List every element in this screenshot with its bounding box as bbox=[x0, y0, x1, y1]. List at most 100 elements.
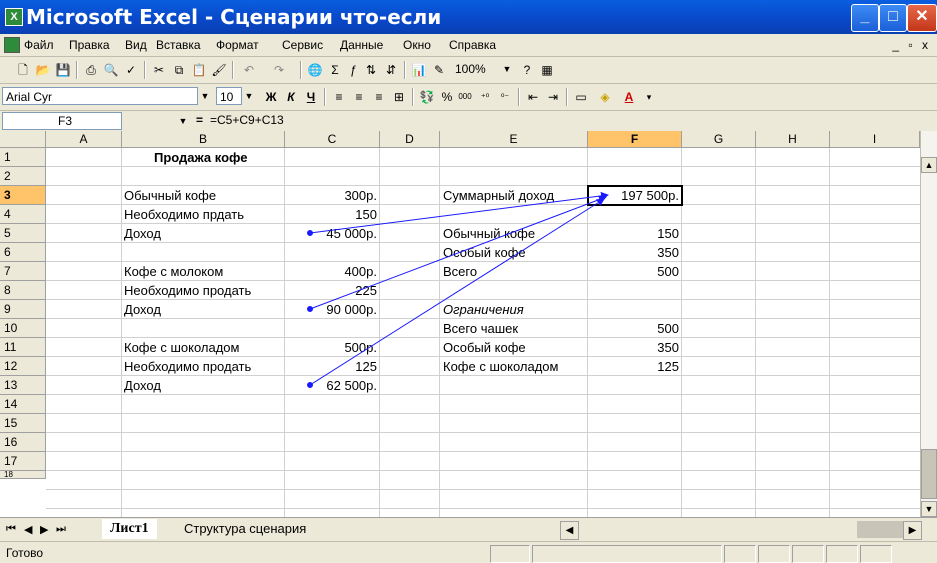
scroll-down-arrow-icon[interactable]: ▼ bbox=[921, 501, 937, 517]
font-size-dropdown-icon[interactable]: ▼ bbox=[242, 87, 256, 105]
next-sheet-icon[interactable]: ▶ bbox=[40, 523, 48, 536]
formula-equals-icon[interactable]: = bbox=[196, 113, 203, 127]
undo-icon[interactable]: ↶ bbox=[240, 61, 258, 79]
toolbar-separator bbox=[404, 61, 406, 79]
menu-format[interactable]: Формат bbox=[216, 38, 259, 52]
align-right-icon[interactable]: ≡ bbox=[370, 88, 388, 106]
formula-bar: F3 ▼ = =C5+C9+C13 bbox=[0, 111, 937, 131]
name-box[interactable]: F3 bbox=[2, 112, 122, 130]
borders-icon[interactable]: ▭ bbox=[572, 88, 590, 106]
currency-icon[interactable]: 💱 bbox=[418, 88, 436, 106]
spelling-icon[interactable]: ✓ bbox=[122, 61, 140, 79]
increase-decimal-icon[interactable]: ⁺⁰ bbox=[476, 88, 494, 106]
thousands-button[interactable]: 000 bbox=[456, 88, 474, 106]
precedent-dot-c13 bbox=[307, 382, 313, 388]
function-icon[interactable]: ƒ bbox=[344, 61, 362, 79]
vertical-scrollbar[interactable]: ▲ ▼ bbox=[920, 131, 937, 517]
precedent-arrow-c5 bbox=[309, 191, 609, 234]
formula-input[interactable]: =C5+C9+C13 bbox=[210, 113, 284, 127]
close-button[interactable]: ✕ bbox=[907, 4, 937, 32]
italic-button[interactable]: К bbox=[282, 88, 300, 106]
scroll-up-arrow-icon[interactable]: ▲ bbox=[921, 157, 937, 173]
print-icon[interactable]: ⎙ bbox=[82, 61, 100, 79]
align-center-icon[interactable]: ≡ bbox=[350, 88, 368, 106]
hyperlink-icon[interactable]: 🌐 bbox=[306, 61, 324, 79]
menu-tools[interactable]: Сервис bbox=[282, 38, 323, 52]
print-preview-icon[interactable]: 🔍 bbox=[102, 61, 120, 79]
toolbar-separator bbox=[518, 88, 520, 106]
workbook-icon[interactable] bbox=[4, 37, 20, 53]
font-size-box[interactable]: 10 bbox=[216, 87, 242, 105]
last-sheet-icon[interactable]: ⏭ bbox=[56, 523, 66, 536]
worksheet-grid[interactable]: A B C D E F G H I 1 2 3 4 5 6 7 8 9 10 1… bbox=[0, 131, 920, 517]
save-icon[interactable]: 💾 bbox=[54, 61, 72, 79]
sort-descending-icon[interactable]: ⇵ bbox=[382, 61, 400, 79]
first-sheet-icon[interactable]: ⏮ bbox=[6, 523, 16, 536]
toolbar-options-icon[interactable]: ▦ bbox=[538, 61, 556, 79]
underline-button[interactable]: Ч bbox=[302, 88, 320, 106]
align-left-icon[interactable]: ≡ bbox=[330, 88, 348, 106]
font-name-box[interactable]: Arial Cyr bbox=[2, 87, 198, 105]
decrease-indent-icon[interactable]: ⇤ bbox=[524, 88, 542, 106]
menu-help[interactable]: Справка bbox=[449, 38, 496, 52]
name-box-dropdown-icon[interactable]: ▼ bbox=[176, 112, 190, 130]
excel-app-icon[interactable]: X bbox=[5, 8, 23, 26]
sheet-tab-1[interactable]: Лист1 bbox=[102, 519, 157, 539]
status-panel bbox=[532, 545, 722, 563]
drawing-icon[interactable]: ✎ bbox=[430, 61, 448, 79]
scroll-thumb[interactable] bbox=[921, 449, 937, 499]
formatting-toolbar: Arial Cyr ▼ 10 ▼ Ж К Ч ≡ ≡ ≡ ⊞ 💱 % 000 ⁺… bbox=[0, 84, 937, 111]
decrease-decimal-icon[interactable]: ⁰⁻ bbox=[496, 88, 514, 106]
bold-button[interactable]: Ж bbox=[262, 88, 280, 106]
copy-icon[interactable]: ⧉ bbox=[170, 61, 188, 79]
format-painter-icon[interactable]: 🖌 bbox=[210, 61, 228, 79]
minimize-button[interactable]: _ bbox=[851, 4, 879, 32]
sheet-tabs-bar: ⏮ ◀ ▶ ⏭ Лист1 Структура сценария ◀ ▶ bbox=[0, 517, 937, 542]
toolbar-separator bbox=[566, 88, 568, 106]
menu-edit[interactable]: Правка bbox=[69, 38, 110, 52]
font-color-icon[interactable]: A bbox=[620, 88, 638, 106]
cut-icon[interactable]: ✂ bbox=[150, 61, 168, 79]
sheet-tab-2[interactable]: Структура сценария bbox=[176, 519, 314, 539]
toolbar-separator bbox=[232, 61, 234, 79]
hscroll-thumb[interactable] bbox=[857, 521, 903, 538]
precedent-dot-c9 bbox=[307, 306, 313, 312]
maximize-button[interactable]: □ bbox=[879, 4, 907, 32]
toolbar-separator bbox=[324, 88, 326, 106]
menu-data[interactable]: Данные bbox=[340, 38, 383, 52]
menu-window[interactable]: Окно bbox=[403, 38, 431, 52]
status-panel bbox=[826, 545, 858, 563]
hscroll-left-arrow-icon[interactable]: ◀ bbox=[560, 521, 579, 540]
fill-color-icon[interactable]: ◈ bbox=[596, 88, 614, 106]
new-icon[interactable]: 🗋 bbox=[14, 61, 32, 79]
toolbar-options-icon[interactable]: ▾ bbox=[640, 88, 658, 106]
zoom-box[interactable]: 100% bbox=[452, 60, 500, 78]
toolbar-separator bbox=[76, 61, 78, 79]
percent-button[interactable]: % bbox=[438, 88, 456, 106]
status-panel bbox=[792, 545, 824, 563]
status-panel bbox=[724, 545, 756, 563]
chart-wizard-icon[interactable]: 📊 bbox=[410, 61, 428, 79]
redo-icon[interactable]: ↷ bbox=[270, 61, 288, 79]
hscroll-right-arrow-icon[interactable]: ▶ bbox=[903, 521, 922, 540]
zoom-dropdown-icon[interactable]: ▼ bbox=[500, 60, 514, 78]
paste-icon[interactable]: 📋 bbox=[190, 61, 208, 79]
prev-sheet-icon[interactable]: ◀ bbox=[24, 523, 32, 536]
sort-ascending-icon[interactable]: ⇅ bbox=[362, 61, 380, 79]
toolbar-separator bbox=[412, 88, 414, 106]
standard-toolbar: 🗋 📂 💾 ⎙ 🔍 ✓ ✂ ⧉ 📋 🖌 ↶ ↷ 🌐 Σ ƒ ⇅ ⇵ 📊 ✎ 10… bbox=[0, 57, 937, 84]
merge-center-icon[interactable]: ⊞ bbox=[390, 88, 408, 106]
precedent-dot-c5 bbox=[307, 230, 313, 236]
document-window-controls[interactable]: _ ▫ x bbox=[892, 38, 931, 52]
toolbar-separator bbox=[300, 61, 302, 79]
font-dropdown-icon[interactable]: ▼ bbox=[198, 87, 212, 105]
window-title: Microsoft Excel - Сценарии что-если bbox=[26, 5, 442, 29]
menu-view[interactable]: Вид bbox=[125, 38, 147, 52]
increase-indent-icon[interactable]: ⇥ bbox=[544, 88, 562, 106]
status-text: Готово bbox=[6, 546, 44, 560]
help-icon[interactable]: ? bbox=[518, 61, 536, 79]
menu-insert[interactable]: Вставка bbox=[156, 38, 201, 52]
open-icon[interactable]: 📂 bbox=[34, 61, 52, 79]
menu-file[interactable]: Файл bbox=[24, 38, 54, 52]
autosum-icon[interactable]: Σ bbox=[326, 61, 344, 79]
